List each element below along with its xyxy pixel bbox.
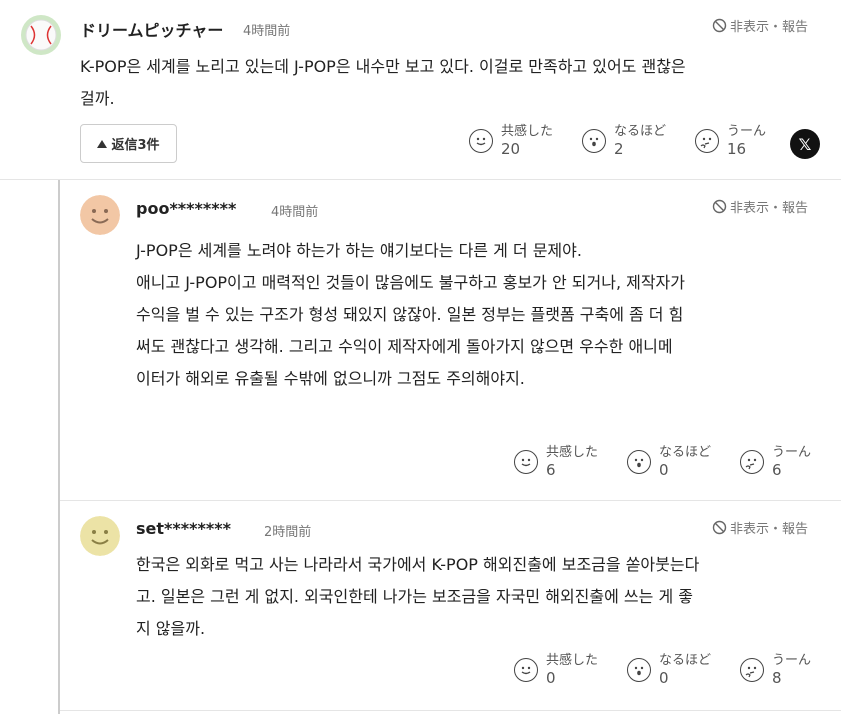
surprised-icon xyxy=(582,129,606,153)
thinking-icon xyxy=(740,658,764,682)
hide-report-label: 非表示・報告 xyxy=(730,20,809,35)
block-icon xyxy=(712,18,727,33)
hide-report-link[interactable]: 非表示・報告 xyxy=(712,16,808,35)
replies-button-label: 返信3件 xyxy=(111,138,160,153)
thread-line xyxy=(58,180,60,714)
thinking-icon xyxy=(695,129,719,153)
reply-line: 수익을 벌 수 있는 구조가 형성 돼있지 않잖아. 일본 정부는 플랫폼 구축… xyxy=(136,305,684,324)
reply-line: J-POP은 세계를 노려야 하는가 하는 얘기보다는 다른 게 더 문제야. xyxy=(136,241,582,260)
reply-time: 2時間前 xyxy=(264,525,312,540)
reply-line: 고. 일본은 그런 게 없지. 외국인한테 나가는 보조금을 자국민 해외진출에… xyxy=(136,587,693,606)
comment-line: 걸까. xyxy=(80,89,115,108)
naruhodo-label: なるほど xyxy=(614,124,667,139)
uun-reaction[interactable]: うーん 8 xyxy=(740,653,811,687)
uun-reaction[interactable]: うーん 6 xyxy=(740,445,811,479)
thinking-icon xyxy=(740,450,764,474)
empathy-reaction[interactable]: 共感した 20 xyxy=(469,124,553,158)
reply-body: 한국은 외화로 먹고 사는 나라라서 국가에서 K-POP 해외진출에 보조금을… xyxy=(136,549,699,645)
naruhodo-count: 0 xyxy=(659,461,669,479)
surprised-icon xyxy=(627,658,651,682)
triangle-up-icon xyxy=(97,139,108,148)
comment-time: 4時間前 xyxy=(243,24,291,39)
uun-label: うーん xyxy=(727,124,767,139)
surprised-icon xyxy=(627,450,651,474)
empathy-label: 共感した xyxy=(546,445,599,460)
smile-icon xyxy=(514,658,538,682)
uun-count: 16 xyxy=(727,140,747,158)
reply-line: 지 않을까. xyxy=(136,619,206,638)
naruhodo-label: なるほど xyxy=(659,653,712,668)
block-icon xyxy=(712,199,727,214)
empathy-label: 共感した xyxy=(546,653,599,668)
empathy-count: 20 xyxy=(501,140,521,158)
naruhodo-reaction[interactable]: なるほど 0 xyxy=(627,653,711,687)
uun-reaction[interactable]: うーん 16 xyxy=(695,124,766,158)
smile-icon xyxy=(469,129,493,153)
comment-username[interactable]: ドリームピッチャー xyxy=(80,17,223,41)
uun-label: うーん xyxy=(772,445,812,460)
empathy-reaction[interactable]: 共感した 6 xyxy=(514,445,598,479)
reply-line: 써도 괜찮다고 생각해. 그리고 수익이 제작자에게 돌아가지 않으면 우수한 … xyxy=(136,337,673,356)
naruhodo-reaction[interactable]: なるほど 2 xyxy=(582,124,666,158)
hide-report-label: 非表示・報告 xyxy=(730,201,809,216)
reply-line: 애니고 J-POP이고 매력적인 것들이 많음에도 불구하고 홍보가 안 되거나… xyxy=(136,273,685,292)
divider xyxy=(60,500,841,501)
avatar-smiley[interactable] xyxy=(80,516,120,556)
uun-label: うーん xyxy=(772,653,812,668)
smile-icon xyxy=(514,450,538,474)
reply-line: 이터가 해외로 유출될 수밖에 없으니까 그점도 주의해야지. xyxy=(136,369,525,388)
hide-report-label: 非表示・報告 xyxy=(730,522,809,537)
uun-count: 6 xyxy=(772,461,782,479)
reply-username[interactable]: poo******** xyxy=(136,199,236,218)
empathy-label: 共感した xyxy=(501,124,554,139)
avatar-smiley[interactable] xyxy=(80,195,120,235)
avatar-baseball[interactable] xyxy=(20,14,62,56)
block-icon xyxy=(712,520,727,535)
empathy-count: 0 xyxy=(546,669,556,687)
naruhodo-count: 0 xyxy=(659,669,669,687)
x-share-icon[interactable]: 𝕏 xyxy=(790,129,820,159)
reply-body: J-POP은 세계를 노려야 하는가 하는 얘기보다는 다른 게 더 문제야. … xyxy=(136,235,685,395)
empathy-count: 6 xyxy=(546,461,556,479)
comment-line: K-POP은 세계를 노리고 있는데 J-POP은 내수만 보고 있다. 이걸로… xyxy=(80,57,686,76)
uun-count: 8 xyxy=(772,669,782,687)
naruhodo-count: 2 xyxy=(614,140,624,158)
reply-username[interactable]: set******** xyxy=(136,519,231,538)
reply-line: 한국은 외화로 먹고 사는 나라라서 국가에서 K-POP 해외진출에 보조금을… xyxy=(136,555,700,574)
replies-button[interactable]: 返信3件 xyxy=(80,124,177,163)
divider xyxy=(60,710,841,711)
naruhodo-label: なるほど xyxy=(659,445,712,460)
reply-time: 4時間前 xyxy=(271,205,319,220)
hide-report-link[interactable]: 非表示・報告 xyxy=(712,518,808,537)
comment-body: K-POP은 세계를 노리고 있는데 J-POP은 내수만 보고 있다. 이걸로… xyxy=(80,51,686,115)
divider xyxy=(0,179,841,180)
naruhodo-reaction[interactable]: なるほど 0 xyxy=(627,445,711,479)
hide-report-link[interactable]: 非表示・報告 xyxy=(712,197,808,216)
empathy-reaction[interactable]: 共感した 0 xyxy=(514,653,598,687)
